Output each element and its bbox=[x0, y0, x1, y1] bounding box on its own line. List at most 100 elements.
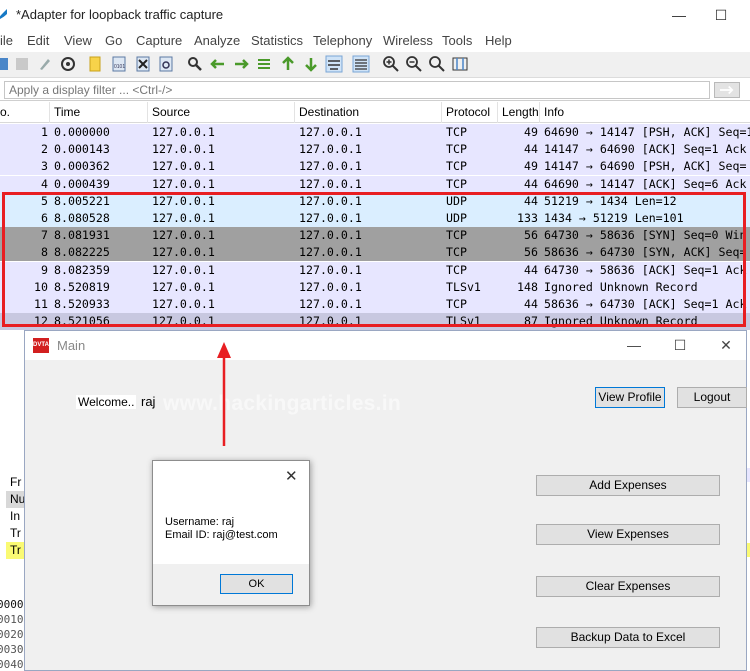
col-no[interactable]: o. bbox=[0, 102, 50, 123]
col-destination[interactable]: Destination bbox=[295, 102, 442, 123]
packet-row[interactable]: 4 0.000439 127.0.0.1 127.0.0.1 TCP 44 64690 → … bbox=[0, 175, 750, 193]
apply-filter-arrow-icon[interactable] bbox=[714, 82, 740, 98]
packet-row[interactable]: 9 8.082359 127.0.0.1 127.0.0.1 TCP 44 64730 → … bbox=[0, 261, 750, 279]
watermark-text: www.hackingarticles.in bbox=[163, 392, 402, 415]
annotation-arrow-icon bbox=[217, 342, 231, 446]
capture-options-icon[interactable] bbox=[59, 55, 77, 73]
menu-tools[interactable]: Tools bbox=[442, 33, 472, 48]
menu-file[interactable]: ile bbox=[0, 33, 13, 48]
menu-bar: ile Edit View Go Capture Analyze Statist… bbox=[0, 30, 750, 52]
open-file-icon[interactable] bbox=[86, 55, 104, 73]
wireshark-fin-icon bbox=[0, 9, 7, 19]
packet-cell-len: 44 bbox=[524, 297, 538, 311]
close-file-icon[interactable] bbox=[134, 55, 152, 73]
backup-data-button[interactable]: Backup Data to Excel bbox=[536, 627, 720, 648]
message-username: Username: raj bbox=[165, 516, 235, 528]
menu-capture[interactable]: Capture bbox=[136, 33, 182, 48]
packet-row[interactable]: 10 8.520819 127.0.0.1 127.0.0.1 TLSv1 148 Igno… bbox=[0, 278, 750, 296]
packet-cell-len: 44 bbox=[524, 142, 538, 157]
menu-edit[interactable]: Edit bbox=[27, 33, 49, 48]
dvta-close-button[interactable]: ✕ bbox=[703, 331, 749, 360]
col-source[interactable]: Source bbox=[148, 102, 295, 123]
detail-tls[interactable]: Tr bbox=[6, 542, 24, 559]
dvta-logo: DVTA bbox=[33, 338, 49, 353]
zoom-in-icon[interactable] bbox=[382, 55, 400, 73]
save-file-icon[interactable]: 0101 bbox=[110, 55, 128, 73]
packet-bytes-pane: 0000 0010 0020 0030 0040 bbox=[0, 596, 24, 671]
packet-cell-info: 51219 → 1434 Len=12 bbox=[544, 193, 677, 208]
reload-file-icon[interactable] bbox=[157, 55, 175, 73]
menu-statistics[interactable]: Statistics bbox=[251, 33, 303, 48]
go-back-icon[interactable] bbox=[209, 55, 227, 73]
packet-cell-info: 64730 → 58636 [SYN] Seq=0 Win bbox=[544, 228, 747, 243]
packet-row[interactable]: 2 0.000143 127.0.0.1 127.0.0.1 TCP 44 14147 → … bbox=[0, 141, 750, 159]
col-info[interactable]: Info bbox=[540, 102, 750, 123]
minimize-button[interactable]: — bbox=[656, 0, 702, 30]
auto-scroll-icon[interactable] bbox=[325, 55, 343, 73]
menu-help[interactable]: Help bbox=[485, 33, 512, 48]
dvta-window-title: Main bbox=[57, 338, 86, 353]
welcome-label: Welcome.. bbox=[76, 395, 137, 409]
packet-cell-info: 58636 → 64730 [ACK] Seq=1 Ack bbox=[544, 297, 747, 311]
hex-offset: 0040 bbox=[0, 658, 24, 671]
packet-row[interactable]: 8 8.082225 127.0.0.1 127.0.0.1 TCP 56 58636 → … bbox=[0, 244, 750, 262]
stop-capture-icon[interactable] bbox=[13, 55, 31, 73]
logout-button[interactable]: Logout bbox=[677, 387, 747, 408]
title-bar: *Adapter for loopback traffic capture — … bbox=[0, 0, 750, 30]
packet-cell-len: 49 bbox=[524, 125, 538, 139]
dvta-minimize-button[interactable]: — bbox=[611, 331, 657, 360]
detail-transport[interactable]: Tr bbox=[10, 525, 21, 542]
colorize-icon[interactable] bbox=[352, 55, 370, 73]
packet-row[interactable]: 5 8.005221 127.0.0.1 127.0.0.1 UDP 44 51219 → … bbox=[0, 192, 750, 210]
add-expenses-button[interactable]: Add Expenses bbox=[536, 475, 720, 496]
packet-cell-len: 44 bbox=[524, 262, 538, 277]
packet-cell-info: Ignored Unknown Record bbox=[544, 279, 698, 294]
go-to-packet-icon[interactable] bbox=[255, 55, 273, 73]
packet-row[interactable]: 1 0.000000 127.0.0.1 127.0.0.1 TCP 49 64690 → … bbox=[0, 124, 750, 141]
packet-row[interactable]: 3 0.000362 127.0.0.1 127.0.0.1 TCP 49 14147 → … bbox=[0, 158, 750, 176]
last-packet-icon[interactable] bbox=[302, 55, 320, 73]
zoom-reset-icon[interactable] bbox=[428, 55, 446, 73]
interface-icon[interactable] bbox=[0, 55, 10, 73]
restart-capture-icon[interactable] bbox=[36, 55, 54, 73]
menu-analyze[interactable]: Analyze bbox=[194, 33, 240, 48]
menu-wireless[interactable]: Wireless bbox=[383, 33, 433, 48]
hex-offset: 0030 bbox=[0, 643, 24, 656]
zoom-out-icon[interactable] bbox=[405, 55, 423, 73]
col-time[interactable]: Time bbox=[50, 102, 148, 123]
go-forward-icon[interactable] bbox=[232, 55, 250, 73]
packet-cell-len: 56 bbox=[524, 245, 538, 260]
menu-go[interactable]: Go bbox=[105, 33, 122, 48]
find-packet-icon[interactable] bbox=[186, 55, 204, 73]
packet-cell-info: 64730 → 58636 [ACK] Seq=1 Ack bbox=[544, 262, 747, 277]
detail-frame[interactable]: Fr bbox=[10, 474, 21, 491]
ok-button[interactable]: OK bbox=[220, 574, 293, 594]
username-label: raj bbox=[141, 394, 156, 409]
main-toolbar: 0101 bbox=[0, 52, 750, 78]
view-profile-button[interactable]: View Profile bbox=[595, 387, 665, 408]
view-expenses-button[interactable]: View Expenses bbox=[536, 524, 720, 545]
packet-row[interactable]: 7 8.081931 127.0.0.1 127.0.0.1 TCP 56 64730 → … bbox=[0, 227, 750, 245]
col-length[interactable]: Length bbox=[498, 102, 540, 123]
first-packet-icon[interactable] bbox=[279, 55, 297, 73]
message-email: Email ID: raj@test.com bbox=[165, 529, 278, 541]
clear-expenses-button[interactable]: Clear Expenses bbox=[536, 576, 720, 597]
menu-view[interactable]: View bbox=[64, 33, 92, 48]
dvta-maximize-button[interactable]: ☐ bbox=[657, 331, 703, 360]
hex-offset: 0000 bbox=[0, 598, 24, 611]
packet-list-header: o. Time Source Destination Protocol Leng… bbox=[0, 102, 750, 123]
detail-null[interactable]: Nu bbox=[6, 491, 25, 508]
message-box-close-icon[interactable]: ✕ bbox=[285, 467, 298, 485]
maximize-button[interactable]: ☐ bbox=[698, 0, 744, 30]
packet-row[interactable]: 6 8.080528 127.0.0.1 127.0.0.1 UDP 133 1434 → … bbox=[0, 210, 750, 227]
packet-row[interactable]: 11 8.520933 127.0.0.1 127.0.0.1 TCP 44 58636 →… bbox=[0, 296, 750, 313]
display-filter-input[interactable]: Apply a display filter ... <Ctrl-/> bbox=[4, 81, 710, 99]
packet-cell-info: 64690 → 14147 [ACK] Seq=6 Ack bbox=[544, 176, 747, 191]
menu-telephony[interactable]: Telephony bbox=[313, 33, 372, 48]
packet-cell-info: 14147 → 64690 [PSH, ACK] Seq= bbox=[544, 159, 747, 174]
packet-cell-len: 49 bbox=[524, 159, 538, 174]
resize-columns-icon[interactable] bbox=[451, 55, 469, 73]
packet-row[interactable]: 12 8.521056 127.0.0.1 127.0.0.1 TLSv1 87 Ignor… bbox=[0, 313, 750, 331]
detail-internet[interactable]: In bbox=[10, 508, 20, 525]
col-protocol[interactable]: Protocol bbox=[442, 102, 498, 123]
